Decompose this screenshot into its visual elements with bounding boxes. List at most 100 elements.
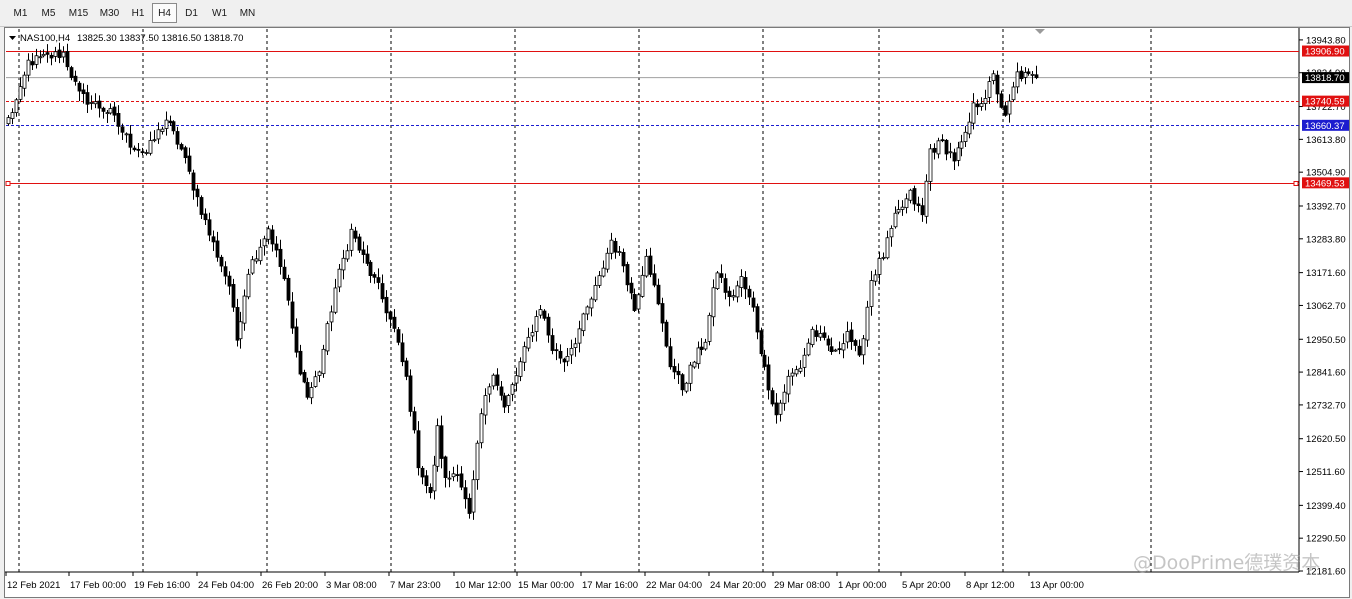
candle-body: [1019, 70, 1024, 80]
candle-body: [156, 129, 161, 140]
candle-body: [112, 106, 117, 116]
timeframe-button-m30[interactable]: M30: [95, 3, 124, 23]
candle-body: [558, 350, 563, 359]
timeframe-button-m1[interactable]: M1: [7, 3, 34, 23]
candle-body: [455, 474, 460, 476]
candle-body: [526, 336, 531, 349]
time-tick-label: 15 Mar 00:00: [518, 580, 574, 591]
candle-body: [502, 395, 507, 408]
timeframe-button-m15[interactable]: M15: [63, 3, 94, 23]
candle-body: [329, 311, 334, 323]
candle-body: [593, 285, 598, 301]
candle-body: [629, 282, 634, 294]
timeframe-button-w1[interactable]: W1: [206, 3, 233, 23]
candle-body: [69, 67, 74, 78]
price-tick-label: 13062.70: [1306, 301, 1346, 312]
candle-body: [1007, 100, 1012, 115]
candle-body: [57, 49, 62, 59]
candle-body: [191, 172, 196, 191]
candle-body: [530, 332, 535, 337]
price-label-text: 13740.59: [1305, 97, 1345, 108]
candle-body: [971, 102, 976, 124]
candle-body: [573, 343, 578, 348]
candle-body: [215, 240, 220, 258]
price-chart: 13943.8013834.9013722.7013613.8013504.90…: [5, 28, 1349, 591]
candle-body: [416, 430, 421, 469]
price-tick-label: 12841.60: [1306, 368, 1346, 379]
candle-body: [534, 316, 539, 333]
candle-body: [491, 374, 496, 387]
candle-body: [38, 56, 43, 59]
timeframe-button-d1[interactable]: D1: [178, 3, 205, 23]
timeframe-button-h4[interactable]: H4: [152, 3, 177, 23]
candle-body: [309, 387, 314, 399]
price-label-text: 13660.37: [1305, 121, 1345, 132]
candle-body: [353, 230, 358, 239]
candle-body: [585, 306, 590, 315]
candle-body: [896, 209, 901, 213]
candle-body: [384, 296, 389, 314]
timeframe-button-h1[interactable]: H1: [125, 3, 151, 23]
candle-body: [361, 249, 366, 255]
candle-body: [459, 473, 464, 488]
price-label-text: 13469.53: [1305, 178, 1345, 189]
chart-window[interactable]: 13943.8013834.9013722.7013613.8013504.90…: [4, 27, 1350, 598]
candle-body: [857, 345, 862, 356]
candle-body: [656, 284, 661, 305]
candle-body: [908, 189, 913, 201]
candle-body: [246, 273, 251, 298]
timeframe-button-mn[interactable]: MN: [234, 3, 261, 23]
candle-body: [652, 273, 657, 286]
candle-body: [101, 107, 106, 112]
price-tick-label: 13613.80: [1306, 135, 1346, 146]
candle-body: [743, 277, 748, 290]
candle-body: [298, 350, 303, 375]
candle-body: [625, 264, 630, 286]
candle-body: [73, 75, 78, 82]
candle-body: [479, 413, 484, 444]
timeframe-button-m5[interactable]: M5: [35, 3, 62, 23]
price-tick-label: 12511.60: [1306, 467, 1345, 478]
price-tick-label: 12732.70: [1306, 400, 1346, 411]
candle-body: [920, 205, 925, 216]
candle-body: [900, 206, 905, 210]
candle-body: [991, 73, 996, 81]
candle-body: [893, 212, 898, 228]
candle-body: [514, 375, 519, 384]
candle-body: [199, 197, 204, 215]
candle-body: [967, 121, 972, 135]
candle-body: [818, 333, 823, 338]
candle-body: [483, 395, 488, 416]
candle-body: [719, 273, 724, 278]
candle-body: [294, 326, 299, 353]
candle-body: [550, 335, 555, 351]
chart-menu-triangle: [9, 36, 16, 40]
candle-body: [34, 55, 39, 65]
candle-body: [885, 237, 890, 259]
candle-body: [238, 321, 243, 340]
candle-body: [286, 277, 291, 301]
level-handle: [5, 181, 11, 186]
candle-body: [187, 155, 192, 172]
candle-body: [388, 311, 393, 320]
time-tick-label: 24 Mar 20:00: [710, 580, 766, 591]
candle-body: [89, 102, 94, 104]
candle-body: [10, 112, 15, 119]
candle-body: [53, 51, 58, 57]
candle-body: [782, 391, 787, 404]
candle-body: [952, 152, 957, 162]
candle-body: [995, 74, 1000, 95]
candle-body: [636, 294, 641, 310]
chart-symbol-label: NAS100,H4: [20, 33, 70, 44]
candle-body: [692, 361, 697, 368]
candle-body: [912, 188, 917, 205]
candle-body: [696, 347, 701, 365]
candle-body: [510, 384, 515, 395]
candle-body: [739, 276, 744, 288]
candle-body: [703, 341, 708, 350]
candle-body: [97, 100, 102, 109]
candle-body: [790, 372, 795, 377]
candle-body: [203, 213, 208, 221]
candle-body: [124, 133, 129, 136]
candle-body: [727, 290, 732, 297]
